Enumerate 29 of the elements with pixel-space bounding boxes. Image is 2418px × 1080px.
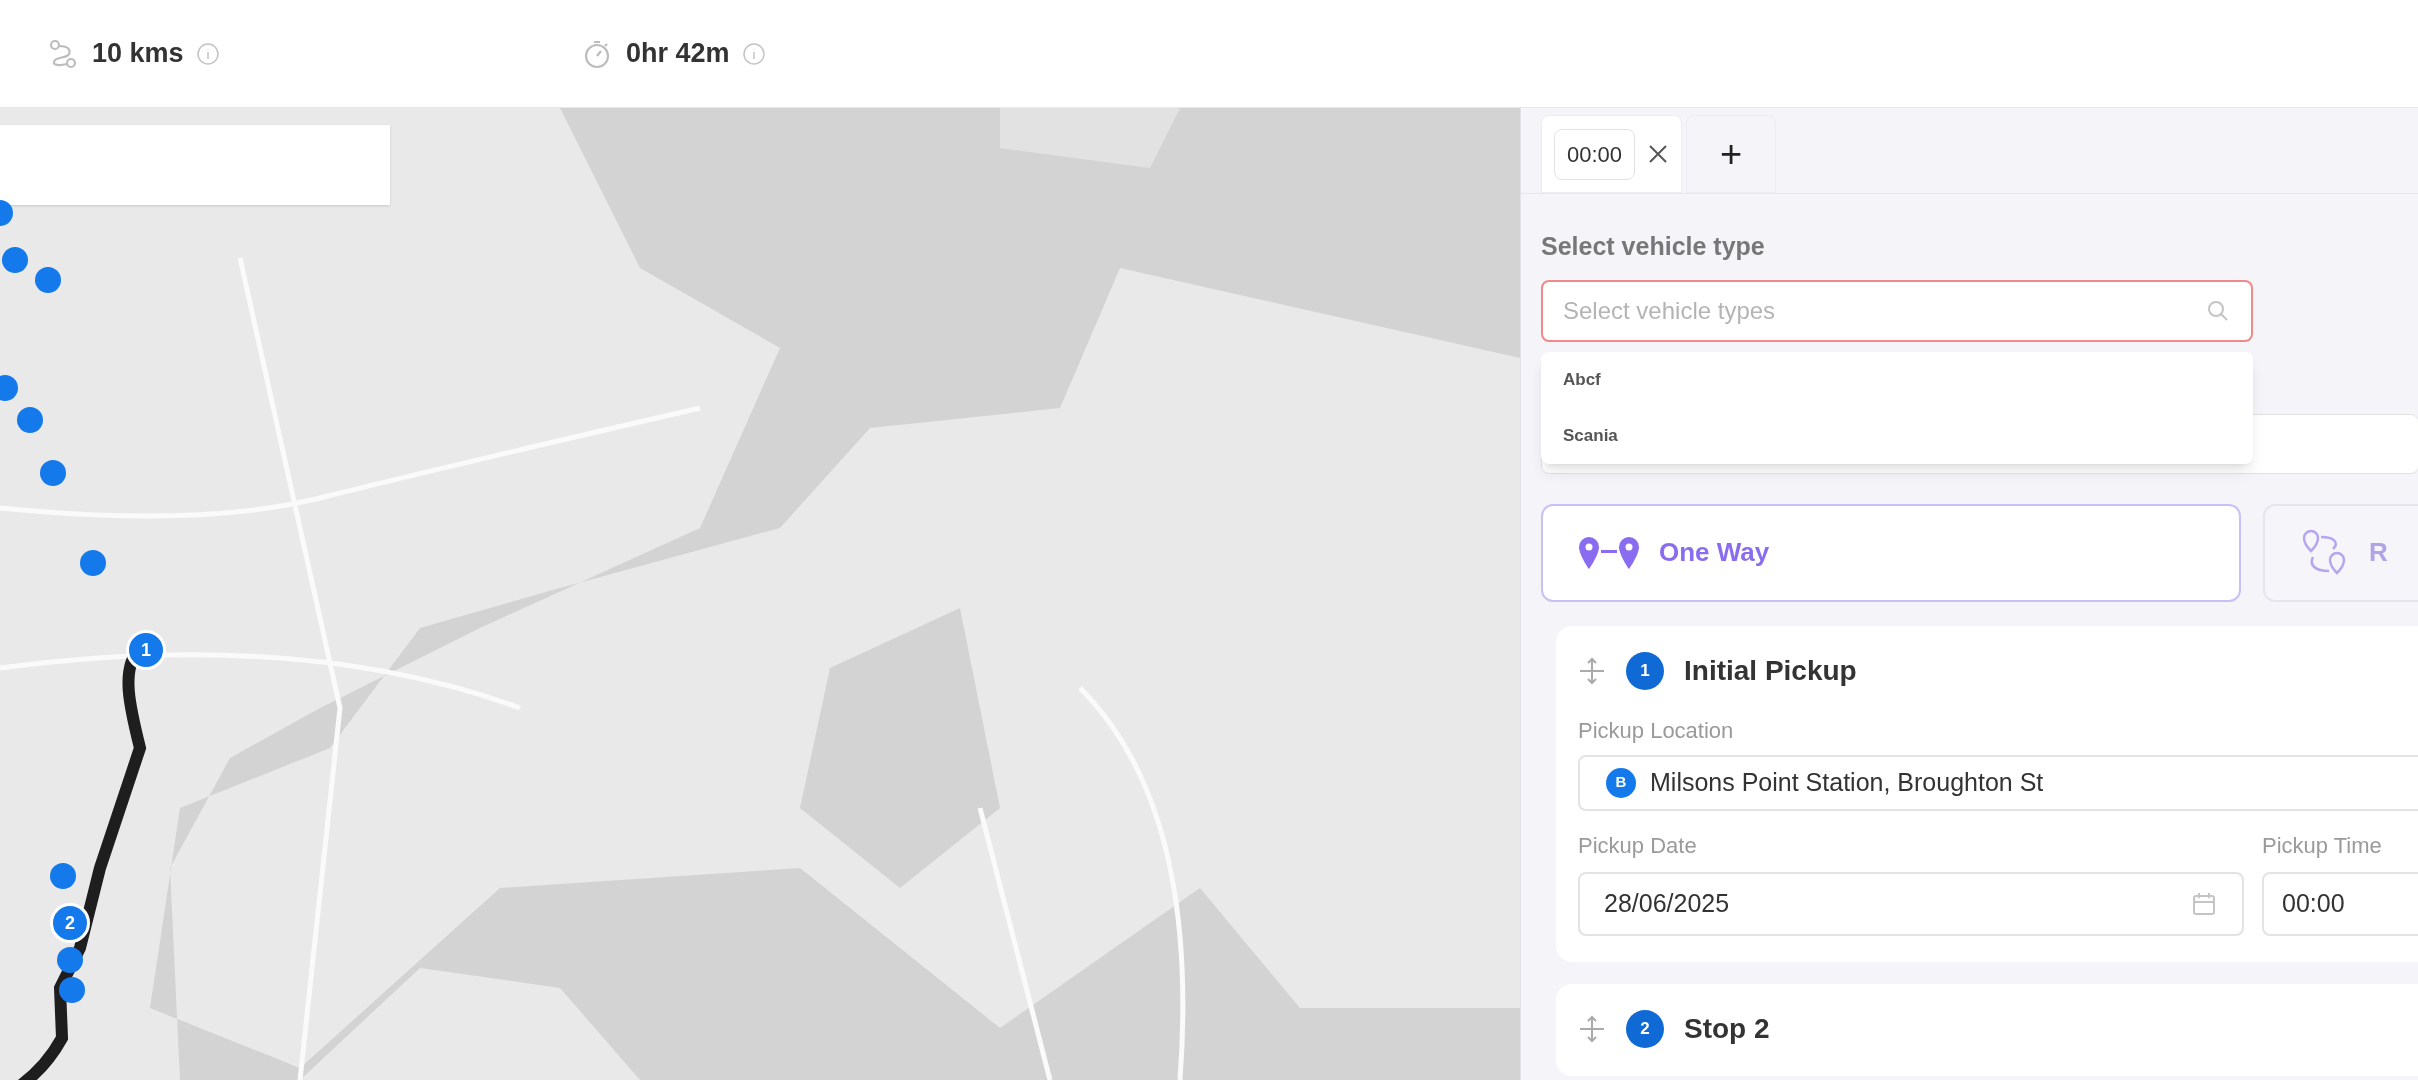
- time-tab[interactable]: 00:00: [1541, 115, 1683, 193]
- field-label: Select vehicle type: [1541, 231, 1766, 262]
- pickup-time-field[interactable]: 00:00: [2262, 871, 2418, 936]
- field-label: Pickup Time: [2262, 831, 2383, 860]
- drag-handle-icon[interactable]: [1578, 1014, 1606, 1043]
- drag-handle-icon[interactable]: [1578, 656, 1606, 685]
- step-number-badge: 2: [1626, 1009, 1664, 1048]
- summary-value: 10 kms: [92, 37, 184, 71]
- dropdown-option[interactable]: Scania: [1541, 407, 2253, 464]
- dropdown-option[interactable]: Abcf: [1541, 351, 2253, 408]
- step-number-badge: 1: [1626, 651, 1664, 690]
- date-text: 28/06/2025: [1604, 887, 1730, 919]
- time-chip: 00:00: [1554, 128, 1636, 180]
- time-text: 00:00: [2282, 887, 2345, 919]
- pickup-date-field[interactable]: 28/06/2025: [1578, 871, 2244, 936]
- add-tab-button[interactable]: +: [1686, 115, 1777, 193]
- pickup-location-field[interactable]: B Milsons Point Station, Broughton St: [1578, 754, 2418, 811]
- field-label: Pickup Location: [1578, 716, 1735, 745]
- stop-title: Initial Pickup: [1684, 653, 1857, 688]
- vehicle-type-input[interactable]: Select vehicle types: [1563, 292, 2205, 329]
- close-icon[interactable]: [1647, 143, 1670, 165]
- location-badge: B: [1606, 767, 1636, 798]
- vehicle-type-field[interactable]: Select vehicle types: [1541, 279, 2253, 342]
- summary-value: 0hr 42m: [626, 37, 730, 71]
- two-pins-icon: [1577, 534, 1641, 571]
- stop-title: Stop 2: [1684, 1011, 1770, 1046]
- trip-mode-button[interactable]: One Way: [1541, 503, 2241, 602]
- field-label: Pickup Date: [1578, 831, 1698, 860]
- location-text: Milsons Point Station, Broughton St: [1650, 766, 2044, 798]
